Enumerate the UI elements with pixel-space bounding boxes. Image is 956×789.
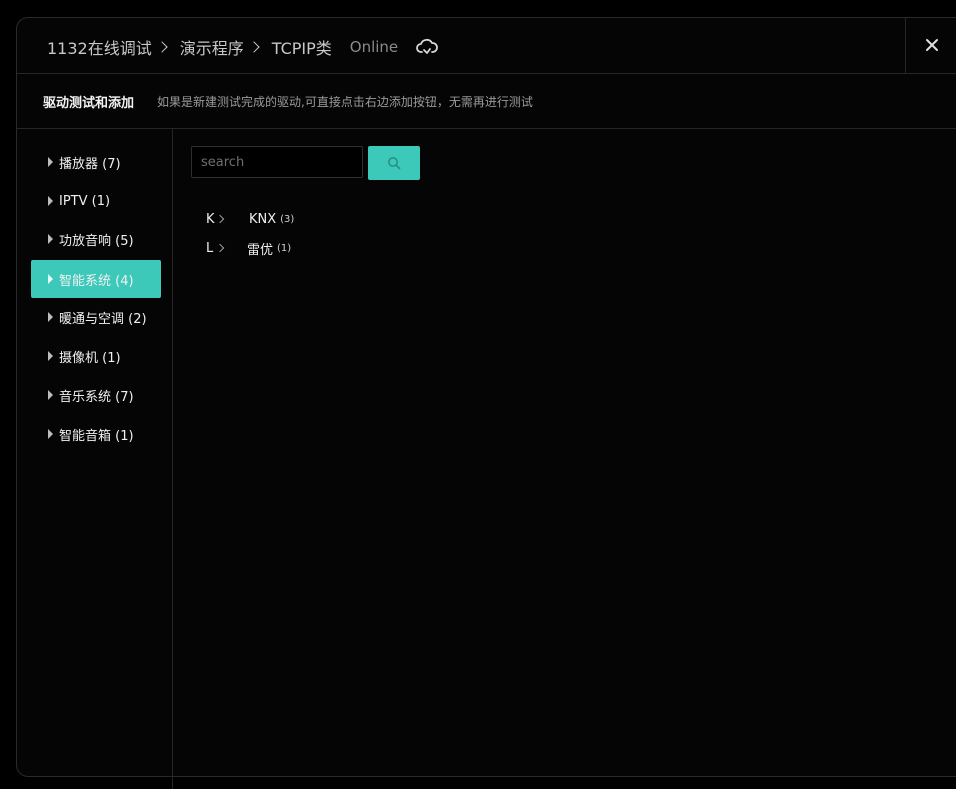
- category-item-iptv[interactable]: IPTV (1): [31, 182, 161, 220]
- group-letter: L: [206, 240, 214, 256]
- category-item-smart-system[interactable]: 智能系统 (4): [31, 260, 161, 298]
- brand-link-knx[interactable]: KNX: [249, 212, 276, 227]
- section-description: 如果是新建测试完成的驱动,可直接点击右边添加按钮，无需再进行测试: [157, 95, 533, 109]
- driver-dialog: 1132在线调试 演示程序 TCPIP类 Online 驱动测试和添加 如果是新…: [16, 17, 956, 789]
- category-sidebar: 播放器 (7) IPTV (1) 功放音响 (5) 智能系统 (4) 暖通与空调…: [17, 129, 173, 789]
- breadcrumb-item-category: TCPIP类: [271, 39, 332, 58]
- category-item-music-system[interactable]: 音乐系统 (7): [31, 376, 161, 414]
- search-icon: [388, 157, 401, 170]
- chevron-right-icon: [215, 243, 225, 253]
- category-label: 功放音响 (5): [59, 233, 134, 249]
- category-label: 音乐系统 (7): [59, 389, 134, 405]
- breadcrumb-item-project[interactable]: 演示程序: [180, 35, 244, 59]
- dialog-header: 1132在线调试 演示程序 TCPIP类 Online: [17, 18, 956, 74]
- caret-right-icon: [48, 274, 53, 284]
- group-letter: K: [206, 211, 215, 227]
- caret-right-icon: [48, 157, 53, 167]
- brand-group-l: L 雷优 (1): [206, 239, 292, 258]
- caret-right-icon: [48, 234, 53, 244]
- brand-count: (3): [280, 213, 295, 225]
- chevron-right-icon: [215, 214, 225, 224]
- chevron-right-icon: [156, 41, 168, 53]
- search-button[interactable]: [368, 146, 420, 180]
- subheader: 驱动测试和添加 如果是新建测试完成的驱动,可直接点击右边添加按钮，无需再进行测试: [17, 74, 956, 129]
- chevron-right-icon: [248, 41, 260, 53]
- category-item-camera[interactable]: 摄像机 (1): [31, 337, 161, 375]
- category-item-player[interactable]: 播放器 (7): [31, 143, 161, 181]
- section-title: 驱动测试和添加: [43, 96, 135, 111]
- category-label: 播放器 (7): [59, 156, 121, 172]
- category-label: 暖通与空调 (2): [59, 311, 147, 327]
- brand-group-k: K KNX (3): [206, 210, 294, 228]
- caret-right-icon: [48, 312, 53, 322]
- online-status: Online: [349, 38, 399, 56]
- brand-link-leiyou[interactable]: 雷优: [247, 239, 273, 258]
- caret-right-icon: [48, 351, 53, 361]
- caret-right-icon: [48, 196, 53, 206]
- breadcrumb-item-device[interactable]: 1132在线调试: [47, 35, 152, 59]
- category-label: IPTV (1): [59, 193, 111, 209]
- cloud-sync-icon[interactable]: [416, 38, 439, 56]
- close-icon: [926, 39, 938, 51]
- category-label: 摄像机 (1): [59, 350, 121, 366]
- category-item-amplifier[interactable]: 功放音响 (5): [31, 220, 161, 258]
- category-item-hvac[interactable]: 暖通与空调 (2): [31, 298, 161, 336]
- close-button[interactable]: [924, 37, 940, 53]
- category-item-smart-speaker[interactable]: 智能音箱 (1): [31, 415, 161, 453]
- close-area: [905, 18, 956, 73]
- brand-count: (1): [277, 242, 292, 254]
- category-label: 智能系统 (4): [59, 273, 134, 289]
- category-label: 智能音箱 (1): [59, 428, 134, 444]
- caret-right-icon: [48, 429, 53, 439]
- driver-content: K KNX (3) L 雷优 (1): [173, 129, 956, 776]
- search-input[interactable]: [191, 146, 363, 178]
- caret-right-icon: [48, 390, 53, 400]
- breadcrumb: 1132在线调试 演示程序 TCPIP类 Online: [47, 35, 439, 59]
